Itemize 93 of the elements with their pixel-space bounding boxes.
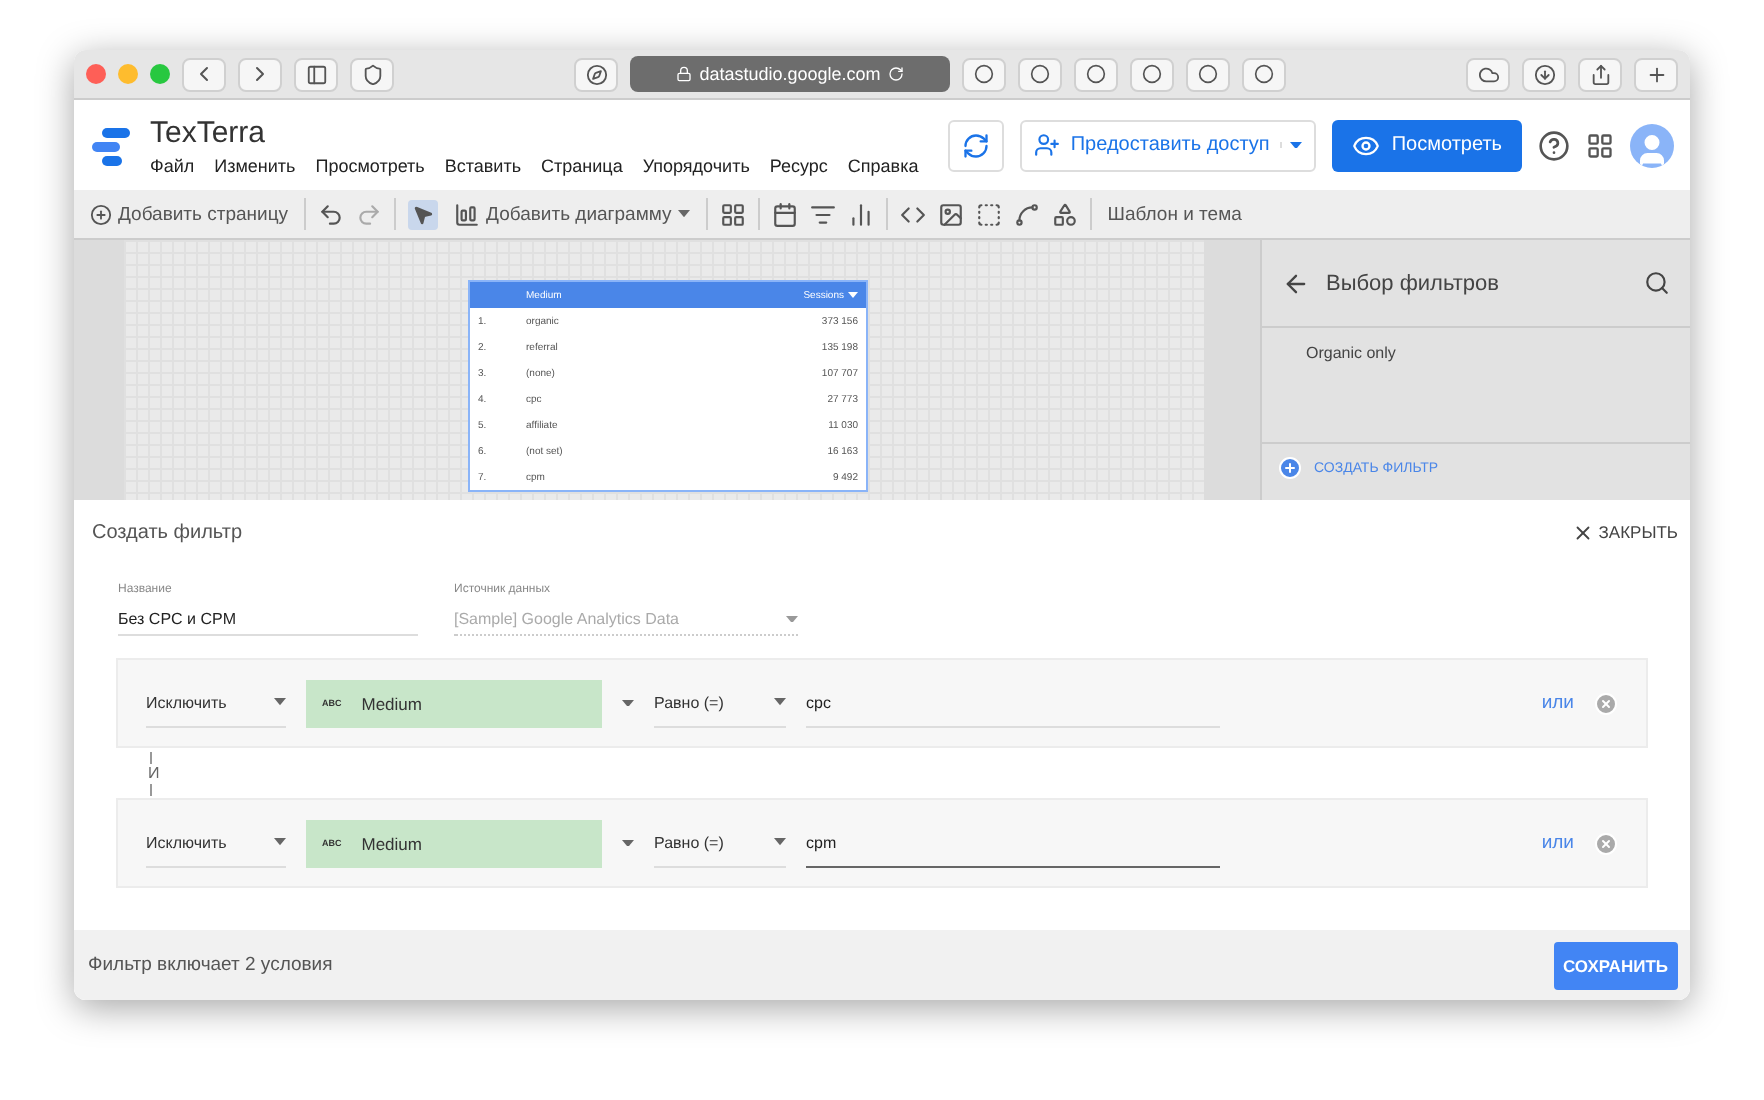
apps-icon[interactable] — [1586, 131, 1614, 159]
add-page-button[interactable]: Добавить страницу — [86, 199, 293, 229]
close-icon — [1572, 521, 1595, 543]
circle-icon — [1198, 64, 1218, 84]
circle-icon — [1142, 64, 1162, 84]
plus-icon — [1278, 456, 1302, 480]
extension-button[interactable] — [1242, 57, 1286, 91]
mode-select[interactable]: Исключить — [146, 679, 286, 727]
calendar-icon[interactable] — [771, 201, 798, 227]
caret-icon — [677, 210, 690, 218]
operator-select[interactable]: Равно (=) — [654, 679, 786, 727]
new-tab-button[interactable] — [1634, 57, 1678, 91]
filter-icon[interactable] — [809, 201, 836, 227]
caret-icon — [274, 838, 286, 846]
name-field[interactable]: Без CPC и CPM — [118, 604, 418, 636]
share-icon — [1589, 63, 1611, 85]
extension-button[interactable] — [574, 57, 618, 91]
theme-button[interactable]: Шаблон и тема — [1103, 199, 1246, 229]
refresh-icon — [962, 131, 991, 159]
menu-item[interactable]: Справка — [847, 155, 919, 175]
search-icon[interactable] — [1644, 270, 1670, 296]
person-icon — [1634, 131, 1670, 167]
menu-item[interactable]: Страница — [541, 155, 623, 175]
lock-icon — [675, 66, 692, 82]
chart-icon — [454, 201, 481, 227]
embed-icon[interactable] — [899, 201, 926, 227]
forward-button[interactable] — [238, 57, 282, 91]
report-title: TexTerra — [150, 115, 268, 149]
menu-item[interactable]: Файл — [150, 155, 195, 175]
logo-icon — [90, 125, 134, 165]
add-person-icon — [1034, 132, 1061, 158]
share-sheet-button[interactable] — [1578, 57, 1622, 91]
caret-icon — [786, 615, 798, 623]
caret-icon — [274, 698, 286, 706]
caret-icon — [1289, 141, 1302, 149]
circle-icon — [1030, 64, 1050, 84]
save-button[interactable]: СОХРАНИТЬ — [1553, 941, 1678, 989]
circle-icon — [1254, 64, 1274, 84]
caret-icon — [774, 698, 786, 706]
pointer-tool[interactable] — [408, 199, 439, 229]
help-icon[interactable] — [1538, 129, 1570, 161]
caret-icon — [622, 699, 634, 707]
address-bar[interactable]: datastudio.google.com — [630, 56, 950, 92]
add-chart-button[interactable]: Добавить диаграмму — [450, 197, 694, 231]
caret-icon — [848, 292, 858, 298]
value-field[interactable]: cpm — [806, 819, 1220, 867]
mode-select[interactable]: Исключить — [146, 819, 286, 867]
undo-icon[interactable] — [318, 201, 345, 227]
share-button[interactable]: Предоставить доступ — [1020, 119, 1316, 171]
sidebar-button[interactable] — [294, 57, 338, 91]
operator-select[interactable]: Равно (=) — [654, 819, 786, 867]
menu-item[interactable]: Изменить — [214, 155, 296, 175]
cloud-icon — [1477, 63, 1499, 85]
shapes-icon[interactable] — [1051, 201, 1078, 227]
circle-icon — [974, 64, 994, 84]
dialog-title: Создать фильтр — [92, 521, 242, 543]
download-button[interactable] — [1522, 57, 1566, 91]
caret-icon — [622, 839, 634, 847]
extension-button[interactable] — [962, 57, 1006, 91]
caret-icon — [774, 838, 786, 846]
sidebar-icon — [305, 63, 327, 85]
refresh-button[interactable] — [948, 119, 1005, 171]
plus-icon — [90, 203, 112, 225]
eye-icon — [1351, 131, 1380, 159]
filter-summary: Фильтр включает 2 условия — [88, 954, 333, 976]
bar-chart-icon[interactable] — [847, 201, 874, 227]
pointer-icon — [412, 203, 435, 225]
extension-button[interactable] — [1074, 57, 1118, 91]
back-icon[interactable] — [1282, 269, 1310, 297]
download-icon — [1533, 63, 1555, 85]
close-button[interactable]: ЗАКРЫТЬ — [1572, 521, 1678, 543]
panel-title: Выбор фильтров — [1326, 271, 1501, 295]
back-button[interactable] — [182, 57, 226, 91]
filter-item[interactable]: Organic only — [1262, 328, 1690, 444]
reload-icon — [888, 66, 905, 82]
circle-icon — [1086, 64, 1106, 84]
extension-button[interactable] — [350, 57, 394, 91]
extension-button[interactable] — [1186, 57, 1230, 91]
menu-item[interactable]: Упорядочить — [642, 155, 750, 175]
extension-button[interactable] — [1018, 57, 1062, 91]
extension-button[interactable] — [1130, 57, 1174, 91]
cloud-button[interactable] — [1466, 57, 1510, 91]
view-button[interactable]: Посмотреть — [1331, 119, 1522, 171]
value-field[interactable]: cpc — [806, 679, 1220, 727]
image-icon[interactable] — [937, 201, 964, 227]
menu-item[interactable]: Просмотреть — [315, 155, 425, 175]
compass-icon — [585, 63, 607, 85]
line-icon[interactable] — [1013, 201, 1040, 227]
plus-icon — [1645, 63, 1667, 85]
menu-item[interactable]: Ресурс — [769, 155, 828, 175]
and-label: И — [148, 765, 160, 781]
shield-icon — [361, 63, 383, 85]
menu-item[interactable]: Вставить — [444, 155, 522, 175]
